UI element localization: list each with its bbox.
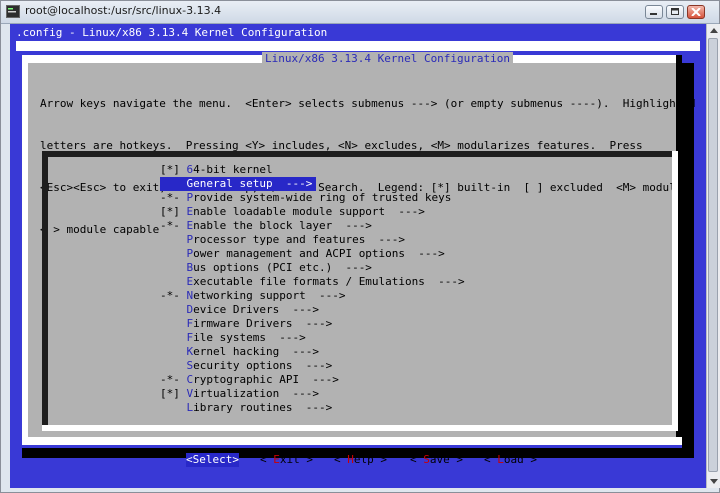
menu-item-label: ower management and ACPI options --->: [193, 247, 445, 260]
menu-item-state: [160, 177, 187, 190]
menu-item[interactable]: [*] Enable loadable module support --->: [160, 205, 425, 219]
scroll-up-icon[interactable]: [710, 28, 718, 33]
vertical-scrollbar[interactable]: [706, 24, 720, 488]
menu-item-label: irmware Drivers --->: [193, 317, 333, 330]
close-icon: [691, 8, 701, 16]
menu-item-label: evice Drivers --->: [193, 303, 319, 316]
config-title: .config - Linux/x86 3.13.4 Kernel Config…: [16, 26, 328, 39]
menu-item-state: -*-: [160, 289, 187, 302]
minimize-icon: [650, 13, 657, 15]
menu-frame-right: [672, 151, 678, 431]
menu-item-state: -*-: [160, 219, 187, 232]
menu-item-state: -*-: [160, 191, 187, 204]
menu-item-label: eneral setup --->: [193, 177, 313, 190]
menu-item[interactable]: [*] 64-bit kernel: [160, 163, 273, 177]
title-bar[interactable]: root@localhost:/usr/src/linux-3.13.4: [1, 1, 719, 24]
button-separator: [22, 437, 682, 445]
dialog-border-left: [22, 55, 28, 445]
scrollbar-thumb[interactable]: [708, 38, 718, 472]
help-line: Arrow keys navigate the menu. <Enter> se…: [40, 97, 696, 110]
menu-item-state: [160, 331, 187, 344]
terminal-screen[interactable]: .config - Linux/x86 3.13.4 Kernel Config…: [10, 24, 706, 488]
menu-item-state: [160, 345, 187, 358]
menu-item-state: -*-: [160, 373, 187, 386]
dialog-title: Linux/x86 3.13.4 Kernel Configuration: [262, 52, 514, 66]
menu-item[interactable]: -*- Networking support --->: [160, 289, 345, 303]
dialog-button-help[interactable]: < Help >: [334, 453, 387, 467]
menu-frame-top: [42, 151, 678, 157]
dialog-button-exit[interactable]: < Exit >: [260, 453, 313, 467]
minimize-button[interactable]: [645, 5, 663, 19]
menu-item-state: [160, 401, 187, 414]
dialog-button-load[interactable]: < Load >: [484, 453, 537, 467]
menu-item-state: [*]: [160, 205, 187, 218]
dialog-button-select[interactable]: <Select>: [186, 453, 239, 467]
menu-item[interactable]: Power management and ACPI options --->: [160, 247, 445, 261]
menu-item-state: [160, 261, 187, 274]
menu-item[interactable]: General setup --->: [160, 177, 317, 191]
menu-item[interactable]: Processor type and features --->: [160, 233, 406, 247]
menu-frame-left: [42, 151, 48, 431]
menu-item[interactable]: Security options --->: [160, 359, 333, 373]
menu-frame-bottom: [42, 425, 678, 431]
menu-item-state: [160, 317, 187, 330]
terminal-app-icon: [6, 5, 20, 18]
menu-item-state: [*]: [160, 387, 187, 400]
menu-item[interactable]: File systems --->: [160, 331, 306, 345]
close-button[interactable]: [687, 5, 705, 19]
menu-item-state: [*]: [160, 163, 187, 176]
menu-item-label: 4-bit kernel: [193, 163, 273, 176]
scroll-down-icon[interactable]: [710, 479, 718, 484]
menu-item[interactable]: -*- Cryptographic API --->: [160, 373, 339, 387]
menu-item-label: ryptographic API --->: [193, 373, 339, 386]
dialog-button-save[interactable]: < Save >: [410, 453, 463, 467]
menu-item-label: ile systems --->: [193, 331, 306, 344]
menu-item-label: rovide system-wide ring of trusted keys: [193, 191, 452, 204]
menu-item-label: ernel hacking --->: [193, 345, 319, 358]
menu-item-label: nable the block layer --->: [193, 219, 372, 232]
menu-item-state: [160, 233, 187, 246]
menu-item-label: etworking support --->: [193, 289, 346, 302]
menu-item-state: [160, 275, 187, 288]
menu-item-label: us options (PCI etc.) --->: [193, 261, 372, 274]
menu-item[interactable]: -*- Enable the block layer --->: [160, 219, 372, 233]
menu-item[interactable]: [*] Virtualization --->: [160, 387, 319, 401]
menu-item-state: [160, 303, 187, 316]
menu-item[interactable]: Library routines --->: [160, 401, 333, 415]
menu-item-state: [160, 359, 187, 372]
maximize-button[interactable]: [666, 5, 684, 19]
window-title: root@localhost:/usr/src/linux-3.13.4: [25, 4, 222, 17]
menu-item-label: xecutable file formats / Emulations --->: [193, 275, 465, 288]
menu-item-label: ibrary routines --->: [193, 401, 333, 414]
menu-item[interactable]: Kernel hacking --->: [160, 345, 319, 359]
menu-item-label: ecurity options --->: [193, 359, 333, 372]
menu-item-label: irtualization --->: [193, 387, 319, 400]
menu-item-state: [160, 247, 187, 260]
maximize-icon: [671, 8, 679, 15]
screen-border-top: [16, 41, 700, 51]
menu-item[interactable]: Device Drivers --->: [160, 303, 319, 317]
menu-item-label: nable loadable module support --->: [193, 205, 425, 218]
menu-list-frame: [*] 64-bit kernel General setup ---> -*- …: [42, 151, 678, 431]
menu-item[interactable]: Executable file formats / Emulations ---…: [160, 275, 465, 289]
menu-item[interactable]: Bus options (PCI etc.) --->: [160, 261, 372, 275]
terminal-window: root@localhost:/usr/src/linux-3.13.4 .co…: [0, 0, 720, 493]
menu-item[interactable]: Firmware Drivers --->: [160, 317, 333, 331]
menu-item[interactable]: -*- Provide system-wide ring of trusted …: [160, 191, 451, 205]
menu-item-label: rocessor type and features --->: [193, 233, 406, 246]
menuconfig-dialog: Linux/x86 3.13.4 Kernel Configuration Ar…: [22, 52, 696, 467]
